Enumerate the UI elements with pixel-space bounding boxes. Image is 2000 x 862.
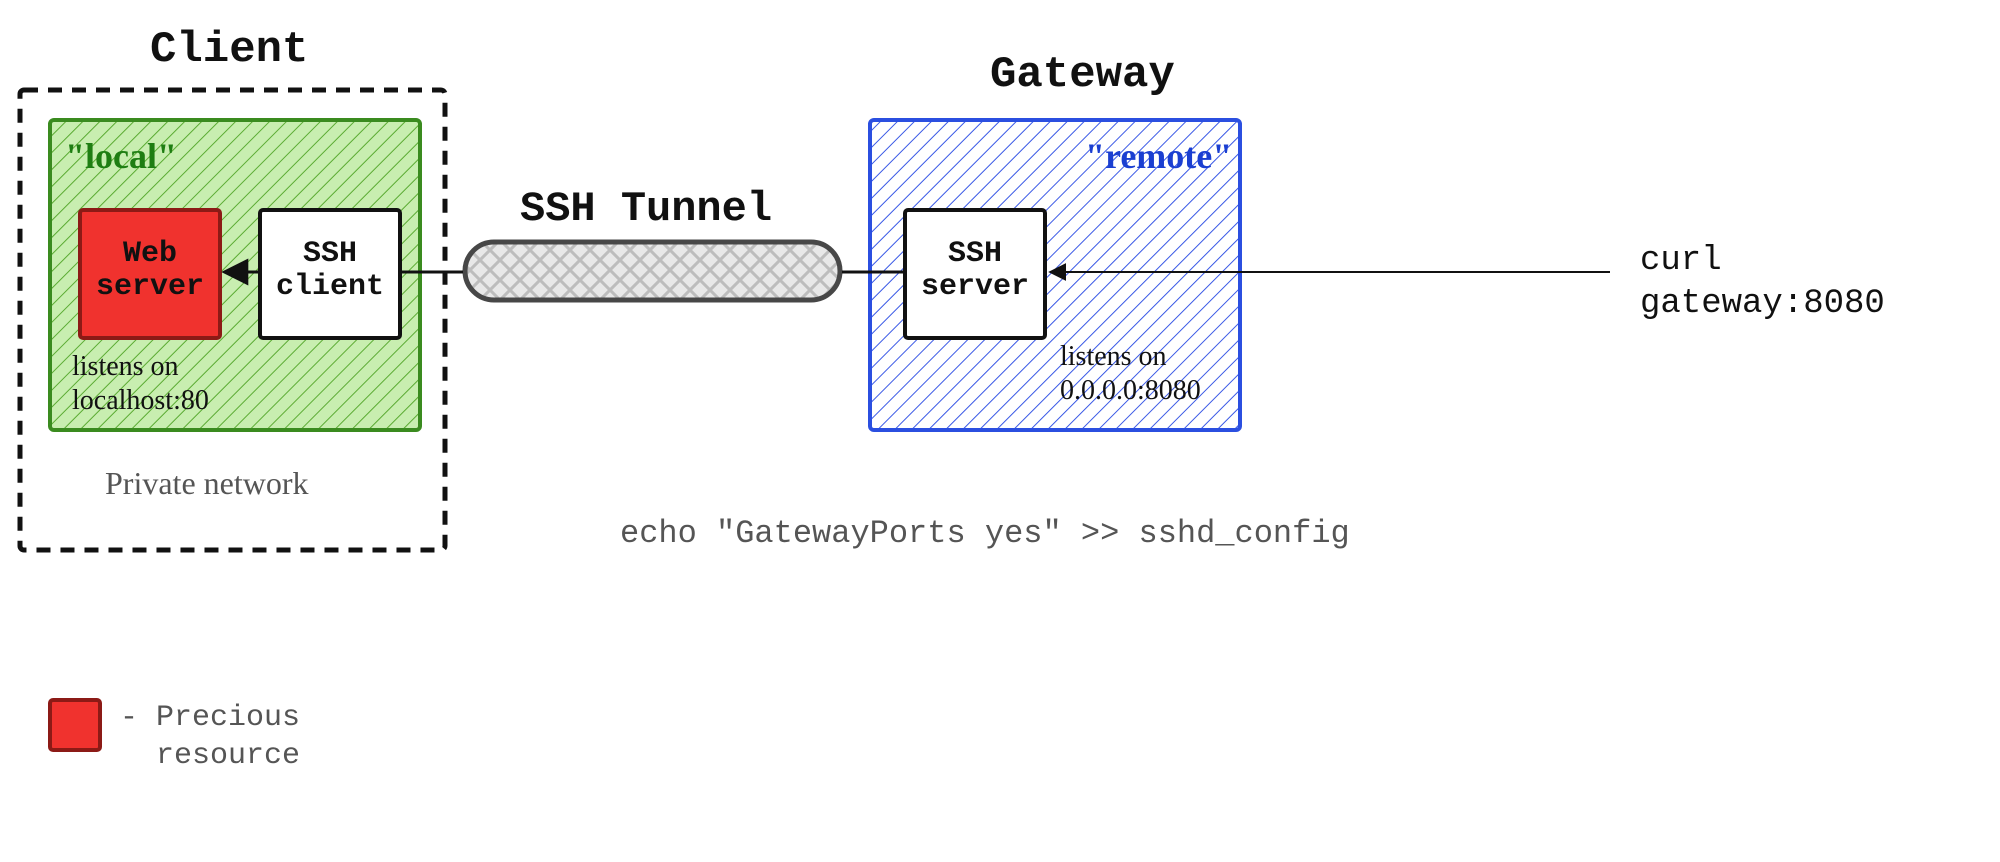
ssh-client-label: SSH client [260, 238, 400, 304]
tunnel-title: SSH Tunnel [520, 185, 772, 233]
private-network-note: Private network [105, 465, 309, 502]
gateway-title: Gateway [990, 50, 1175, 100]
web-server-label: Web server [80, 238, 220, 304]
legend-swatch-precious [50, 700, 100, 750]
curl-command: curl gateway:8080 [1640, 240, 1885, 325]
client-title: Client [150, 25, 308, 75]
sshd-config-command: echo "GatewayPorts yes" >> sshd_config [620, 515, 1350, 552]
remote-tag: "remote" [1085, 135, 1232, 177]
local-tag: "local" [65, 135, 177, 177]
ssh-tunnel-pipe [465, 242, 840, 300]
listens-remote-note: listens on 0.0.0.0:8080 [1060, 340, 1201, 407]
ssh-server-label: SSH server [905, 238, 1045, 304]
listens-local-note: listens on localhost:80 [72, 350, 209, 417]
legend-precious-text: - Precious resource [120, 700, 300, 775]
